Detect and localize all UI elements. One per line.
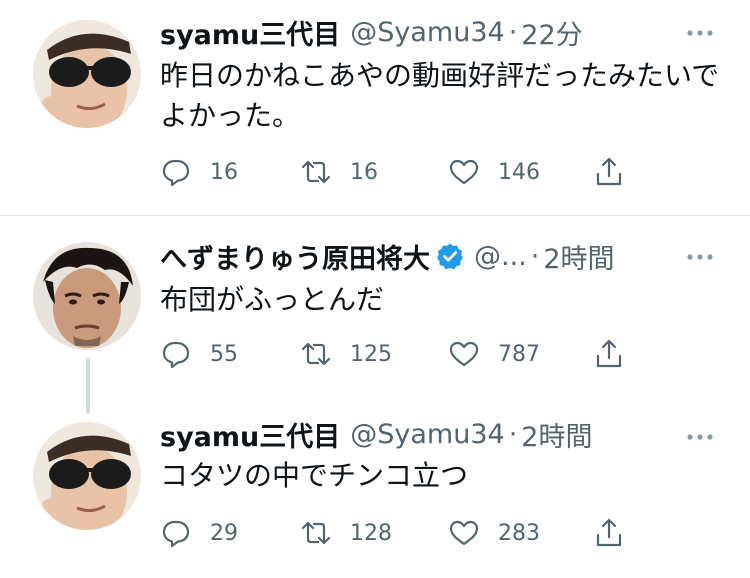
- like-button[interactable]: 283: [448, 516, 540, 550]
- display-name[interactable]: へずまりゅう原田将大: [160, 237, 430, 276]
- separator-dot: ·: [530, 240, 540, 272]
- share-button[interactable]: [593, 155, 625, 189]
- avatar[interactable]: [33, 422, 141, 530]
- heart-icon: [449, 159, 479, 185]
- avatar-image: [33, 20, 141, 128]
- tweet-header: syamu三代目 @Syamu34 · 22分: [160, 13, 583, 52]
- avatar[interactable]: [33, 242, 141, 350]
- share-button[interactable]: [593, 337, 625, 371]
- tweet-text: 昨日のかねこあやの動画好評だったみたいでよかった。: [160, 59, 720, 132]
- retweet-count: 125: [350, 341, 392, 367]
- verified-badge-icon: [437, 243, 463, 270]
- timestamp[interactable]: 2時間: [543, 237, 614, 276]
- more-icon[interactable]: [686, 432, 714, 442]
- reply-button[interactable]: 29: [160, 516, 238, 550]
- avatar[interactable]: [33, 20, 141, 128]
- reply-count: 29: [210, 520, 238, 546]
- share-button[interactable]: [593, 516, 625, 550]
- user-handle[interactable]: @Syamu34: [350, 419, 504, 450]
- tweet-text: コタツの中でチンコ立つ: [160, 459, 469, 492]
- tweet[interactable]: へずまりゅう原田将大 @... · 2時間 布団がふっとんだ 55 125 78…: [0, 216, 750, 396]
- user-handle[interactable]: @...: [474, 241, 527, 272]
- reply-count: 16: [210, 159, 238, 185]
- reply-button[interactable]: 16: [160, 155, 238, 189]
- like-button[interactable]: 146: [448, 155, 540, 189]
- heart-icon: [449, 520, 479, 546]
- like-count: 283: [498, 520, 540, 546]
- retweet-count: 16: [350, 159, 378, 185]
- tweet-actions: 55 125 787: [160, 337, 660, 371]
- user-handle[interactable]: @Syamu34: [350, 17, 504, 48]
- tweet[interactable]: syamu三代目 @Syamu34 · 22分 昨日のかねこあやの動画好評だった…: [0, 0, 750, 215]
- more-icon[interactable]: [686, 252, 714, 262]
- tweet-actions: 29 128 283: [160, 516, 660, 550]
- retweet-icon: [301, 521, 331, 545]
- separator-dot: ·: [508, 16, 518, 48]
- display-name[interactable]: syamu三代目: [160, 415, 340, 454]
- separator-dot: ·: [508, 418, 518, 450]
- share-icon: [596, 339, 622, 368]
- like-count: 146: [498, 159, 540, 185]
- reply-count: 55: [210, 341, 238, 367]
- retweet-icon: [301, 342, 331, 366]
- tweet-header: syamu三代目 @Syamu34 · 2時間: [160, 415, 592, 454]
- share-icon: [596, 518, 622, 547]
- like-button[interactable]: 787: [448, 337, 540, 371]
- tweet[interactable]: syamu三代目 @Syamu34 · 2時間 コタツの中でチンコ立つ 29 1…: [0, 396, 750, 578]
- retweet-count: 128: [350, 520, 392, 546]
- retweet-button[interactable]: 128: [300, 516, 392, 550]
- retweet-button[interactable]: 125: [300, 337, 392, 371]
- avatar-image: [33, 242, 141, 350]
- tweet-text: 布団がふっとんだ: [160, 283, 385, 316]
- reply-icon: [162, 341, 190, 369]
- like-count: 787: [498, 341, 540, 367]
- reply-icon: [162, 520, 190, 548]
- avatar-image: [33, 422, 141, 530]
- share-icon: [596, 157, 622, 186]
- display-name[interactable]: syamu三代目: [160, 13, 340, 52]
- tweet-actions: 16 16 146: [160, 155, 660, 189]
- timestamp[interactable]: 2時間: [521, 415, 592, 454]
- timestamp[interactable]: 22分: [521, 13, 582, 52]
- retweet-button[interactable]: 16: [300, 155, 378, 189]
- reply-button[interactable]: 55: [160, 337, 238, 371]
- heart-icon: [449, 341, 479, 367]
- reply-icon: [162, 159, 190, 187]
- more-icon[interactable]: [686, 28, 714, 38]
- retweet-icon: [301, 160, 331, 184]
- tweet-header: へずまりゅう原田将大 @... · 2時間: [160, 237, 615, 276]
